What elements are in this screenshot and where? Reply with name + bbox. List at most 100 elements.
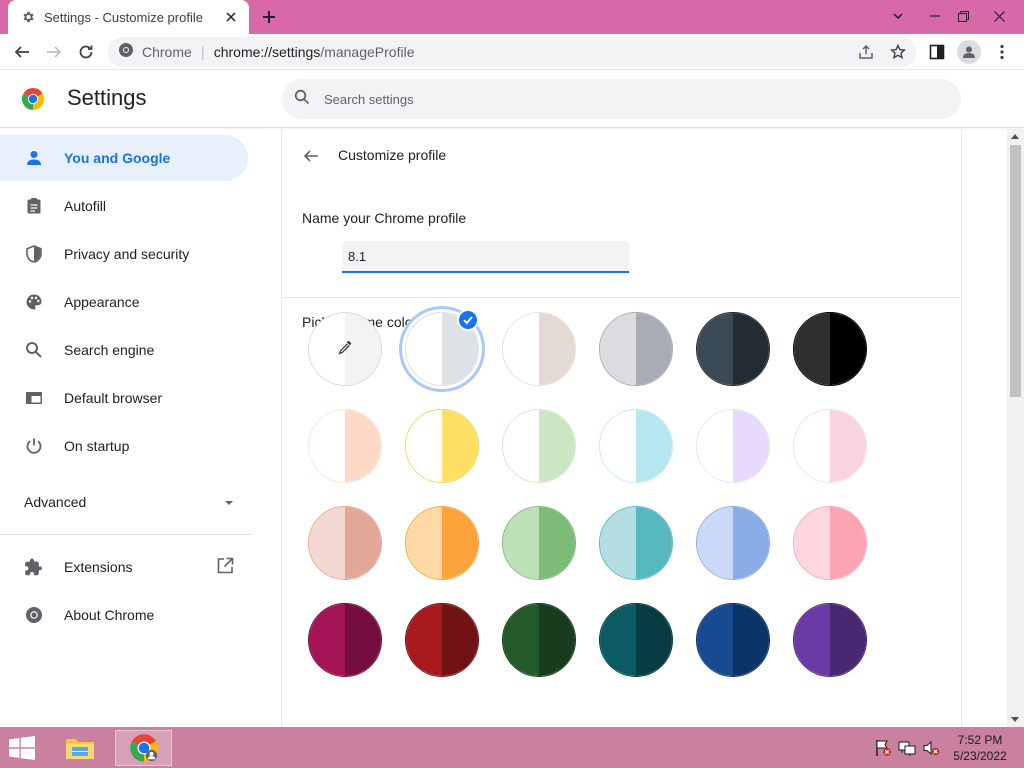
sidebar-item-label: Appearance [64,294,140,310]
page-title: Settings [67,85,147,110]
bookmark-star-icon[interactable] [884,38,912,66]
theme-color-swatch[interactable] [793,312,867,386]
puzzle-icon [24,557,44,577]
open-in-new-icon [216,557,234,580]
theme-color-swatch[interactable] [696,603,770,677]
theme-color-swatch[interactable] [308,409,382,483]
menu-kebab-icon[interactable] [988,38,1016,66]
theme-color-swatch[interactable] [599,603,673,677]
theme-color-swatch[interactable] [502,506,576,580]
theme-color-swatch[interactable] [599,409,673,483]
theme-color-swatch[interactable] [696,506,770,580]
chrome-taskbar-icon[interactable] [115,730,172,766]
eyedropper-icon [337,339,353,360]
back-arrow-icon[interactable] [300,145,322,167]
restore-button[interactable] [948,2,978,30]
reload-button[interactable] [72,38,100,66]
theme-color-swatch[interactable] [502,409,576,483]
power-icon [24,436,44,456]
tab-title: Settings - Customize profile [44,9,203,25]
browser-window-icon [24,388,44,408]
profile-name-label: Name your Chrome profile [302,210,467,226]
sidebar-item-label: You and Google [64,150,171,166]
search-placeholder: Search settings [324,91,414,107]
theme-color-swatch[interactable] [405,409,479,483]
theme-color-swatch[interactable] [793,506,867,580]
settings-header: Settings Search settings [0,71,1024,128]
share-icon[interactable] [852,38,880,66]
advanced-toggle[interactable]: Advanced [24,490,234,514]
theme-color-swatch[interactable] [308,603,382,677]
minimize-button[interactable] [920,2,950,30]
profile-name-input[interactable] [342,241,629,273]
chrome-site-icon [118,42,134,63]
theme-color-swatch[interactable] [405,603,479,677]
profile-avatar-button[interactable] [957,40,981,64]
theme-color-swatch[interactable] [599,312,673,386]
theme-color-swatch[interactable] [793,409,867,483]
sidebar-item-default-browser[interactable]: Default browser [0,375,248,421]
address-bar[interactable]: Chrome | chrome://settings/manageProfile [108,37,916,67]
sidebar-item-about-chrome[interactable]: About Chrome [0,592,248,638]
theme-color-swatch[interactable] [599,506,673,580]
close-window-button[interactable] [984,2,1014,30]
chrome-icon [24,605,44,625]
theme-color-swatch[interactable] [308,506,382,580]
sidebar-item-label: About Chrome [64,607,155,623]
theme-color-swatch[interactable] [502,312,576,386]
caret-down-icon [224,493,234,511]
theme-color-swatch[interactable] [696,409,770,483]
sidebar-item-you-and-google[interactable]: You and Google [0,135,248,181]
clipboard-icon [24,196,44,216]
site-label: Chrome [142,44,192,60]
sidebar-item-search-engine[interactable]: Search engine [0,327,248,373]
theme-color-swatch[interactable] [405,506,479,580]
selected-check-icon [457,309,479,331]
search-settings-field[interactable]: Search settings [282,79,961,119]
sidebar-item-extensions[interactable]: Extensions [0,544,252,590]
theme-color-swatch[interactable] [793,603,867,677]
forward-button[interactable] [40,38,68,66]
customize-profile-card: Customize profile Name your Chrome profi… [281,129,962,727]
theme-color-swatch[interactable] [696,312,770,386]
scroll-down-arrow-icon[interactable] [1011,717,1019,722]
network-icon[interactable] [898,739,916,757]
new-tab-button[interactable] [258,6,280,28]
sidebar-item-label: Default browser [64,390,163,406]
search-icon [24,340,44,360]
title-bar: Settings - Customize profile [0,0,1024,34]
url-text: chrome://settings/manageProfile [214,44,415,60]
section-divider [282,297,961,298]
subpage-title: Customize profile [338,147,447,163]
advanced-label: Advanced [24,494,87,510]
sidebar-item-appearance[interactable]: Appearance [0,279,248,325]
gear-icon [20,9,36,25]
person-icon [24,148,44,168]
back-button[interactable] [8,38,36,66]
sidebar-item-privacy-and-security[interactable]: Privacy and security [0,231,248,277]
scroll-up-arrow-icon[interactable] [1011,134,1019,139]
volume-muted-icon[interactable] [922,739,940,757]
windows-start-icon[interactable] [8,736,38,760]
browser-toolbar: Chrome | chrome://settings/manageProfile [0,34,1024,70]
url-separator: | [200,43,205,61]
taskbar-clock[interactable]: 7:52 PM 5/23/2022 [948,732,1012,764]
side-panel-icon[interactable] [923,38,951,66]
tab-search-button[interactable] [883,2,913,30]
clock-date: 5/23/2022 [953,749,1007,763]
file-explorer-icon[interactable] [58,730,102,766]
close-tab-icon[interactable] [223,9,239,25]
sidebar-item-autofill[interactable]: Autofill [0,183,248,229]
scroll-thumb[interactable] [1010,145,1021,397]
sidebar-item-label: Extensions [64,559,133,575]
shield-icon [24,244,44,264]
scrollbar[interactable] [1007,129,1024,727]
action-center-flag-icon[interactable] [874,739,892,757]
theme-color-swatch[interactable] [502,603,576,677]
sidebar-item-label: Autofill [64,198,107,214]
sidebar-item-on-startup[interactable]: On startup [0,423,248,469]
browser-tab[interactable]: Settings - Customize profile [8,0,249,34]
custom-color-picker-button[interactable] [308,312,382,386]
sidebar-item-label: On startup [64,438,130,454]
settings-sidebar: You and Google Autofill Privacy and secu… [0,129,258,727]
